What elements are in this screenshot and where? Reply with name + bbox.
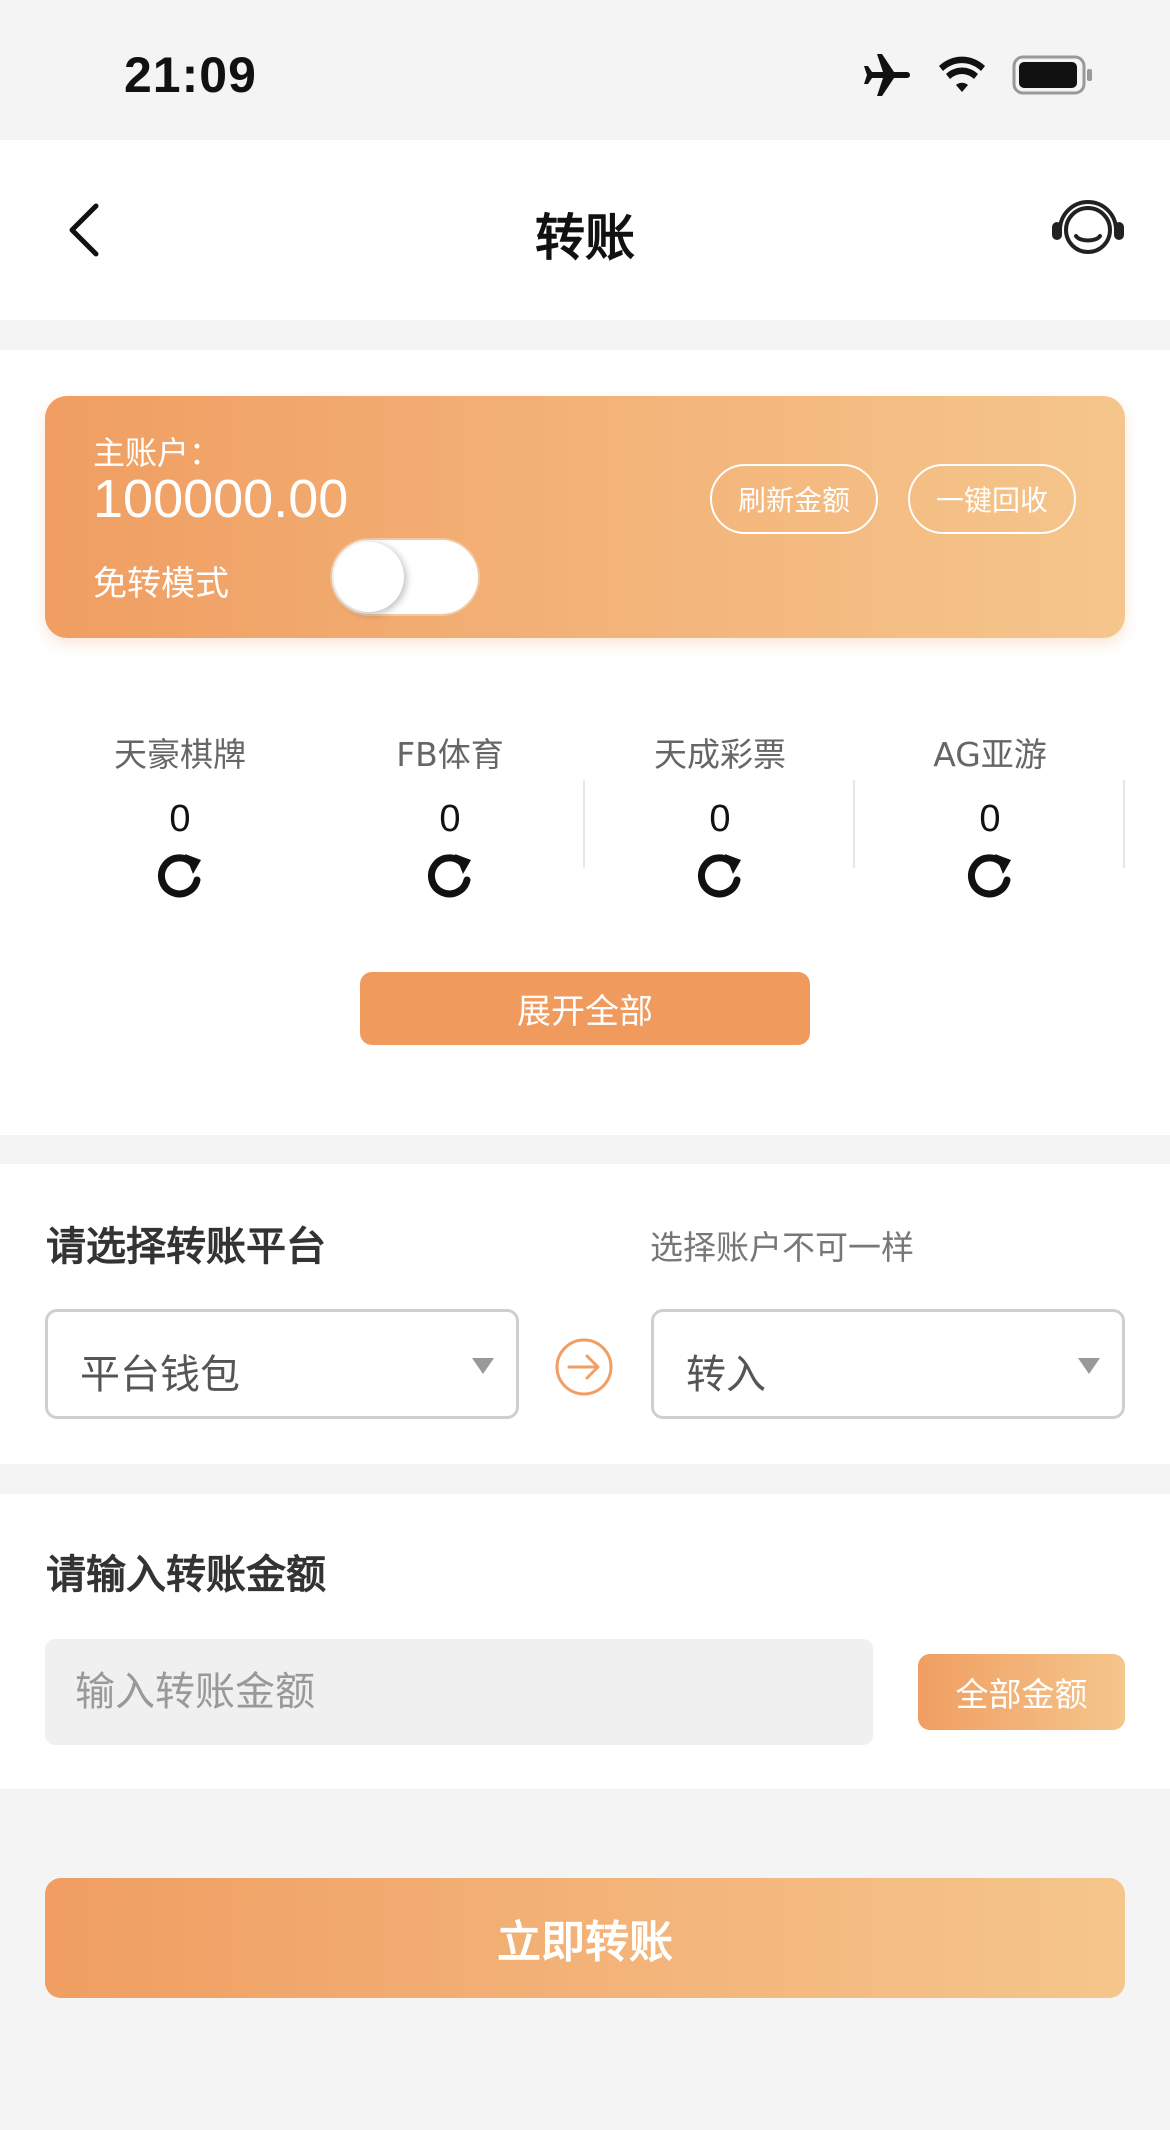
to-account-value: 转入 <box>686 1352 766 1398</box>
platform-name: 天豪棋牌 <box>114 735 246 774</box>
refresh-icon[interactable] <box>965 850 1015 900</box>
refresh-amount-button[interactable]: 刷新金额 <box>710 464 878 534</box>
transfer-platform-title: 请选择转账平台 <box>46 1224 326 1270</box>
platform-balance: 0 <box>169 798 191 840</box>
platform-balance: 0 <box>439 798 461 840</box>
to-account-select[interactable]: 转入 <box>651 1309 1125 1419</box>
page-title: 转账 <box>535 209 635 267</box>
platform-name: FB体育 <box>396 735 504 774</box>
free-transfer-toggle[interactable] <box>330 538 480 616</box>
status-icons <box>862 52 1094 98</box>
divider <box>1123 780 1125 868</box>
transfer-amount-title: 请输入转账金额 <box>46 1552 326 1598</box>
headset-icon <box>1052 200 1124 254</box>
platform-name: AG亚游 <box>933 735 1047 774</box>
main-account-balance: 100000.00 <box>93 469 349 529</box>
platform-item: FB体育 0 <box>315 720 585 940</box>
nav-bar: 转账 <box>0 140 1170 320</box>
wifi-icon <box>938 56 986 94</box>
toggle-knob <box>334 542 404 612</box>
platform-item: 天成彩票 0 <box>585 720 855 940</box>
transfer-hint: 选择账户不可一样 <box>650 1228 914 1267</box>
platform-balances: 天豪棋牌 0 FB体育 0 天成彩票 0 AG亚游 0 <box>45 720 1125 940</box>
main-account-card: 主账户： 100000.00 免转模式 刷新金额 一键回收 <box>45 396 1125 638</box>
platform-item: AG亚游 0 <box>855 720 1125 940</box>
platform-balance: 0 <box>709 798 731 840</box>
all-amount-button[interactable]: 全部金额 <box>918 1654 1125 1730</box>
refresh-icon[interactable] <box>695 850 745 900</box>
caret-down-icon <box>1078 1358 1100 1374</box>
platform-name: 天成彩票 <box>654 735 786 774</box>
amount-input[interactable] <box>45 1639 873 1745</box>
customer-service-button[interactable] <box>1050 196 1126 266</box>
status-time: 21:09 <box>124 47 257 103</box>
arrow-right-circle-icon <box>555 1338 613 1396</box>
expand-all-button[interactable]: 展开全部 <box>360 972 810 1045</box>
from-account-select[interactable]: 平台钱包 <box>45 1309 519 1419</box>
transfer-now-button[interactable]: 立即转账 <box>45 1878 1125 1998</box>
from-account-value: 平台钱包 <box>80 1352 240 1398</box>
status-bar: 21:09 <box>0 0 1170 140</box>
platform-item: 天豪棋牌 0 <box>45 720 315 940</box>
account-section: 主账户： 100000.00 免转模式 刷新金额 一键回收 天豪棋牌 0 FB体… <box>0 350 1170 1135</box>
transfer-platform-section: 请选择转账平台 选择账户不可一样 平台钱包 转入 <box>0 1164 1170 1464</box>
airplane-icon <box>862 52 912 98</box>
refresh-icon[interactable] <box>155 850 205 900</box>
free-transfer-mode-label: 免转模式 <box>93 564 229 604</box>
platform-balance: 0 <box>979 798 1001 840</box>
transfer-amount-section: 请输入转账金额 全部金额 <box>0 1494 1170 1789</box>
refresh-icon[interactable] <box>425 850 475 900</box>
one-click-recover-button[interactable]: 一键回收 <box>908 464 1076 534</box>
caret-down-icon <box>472 1358 494 1374</box>
battery-icon <box>1012 55 1094 95</box>
